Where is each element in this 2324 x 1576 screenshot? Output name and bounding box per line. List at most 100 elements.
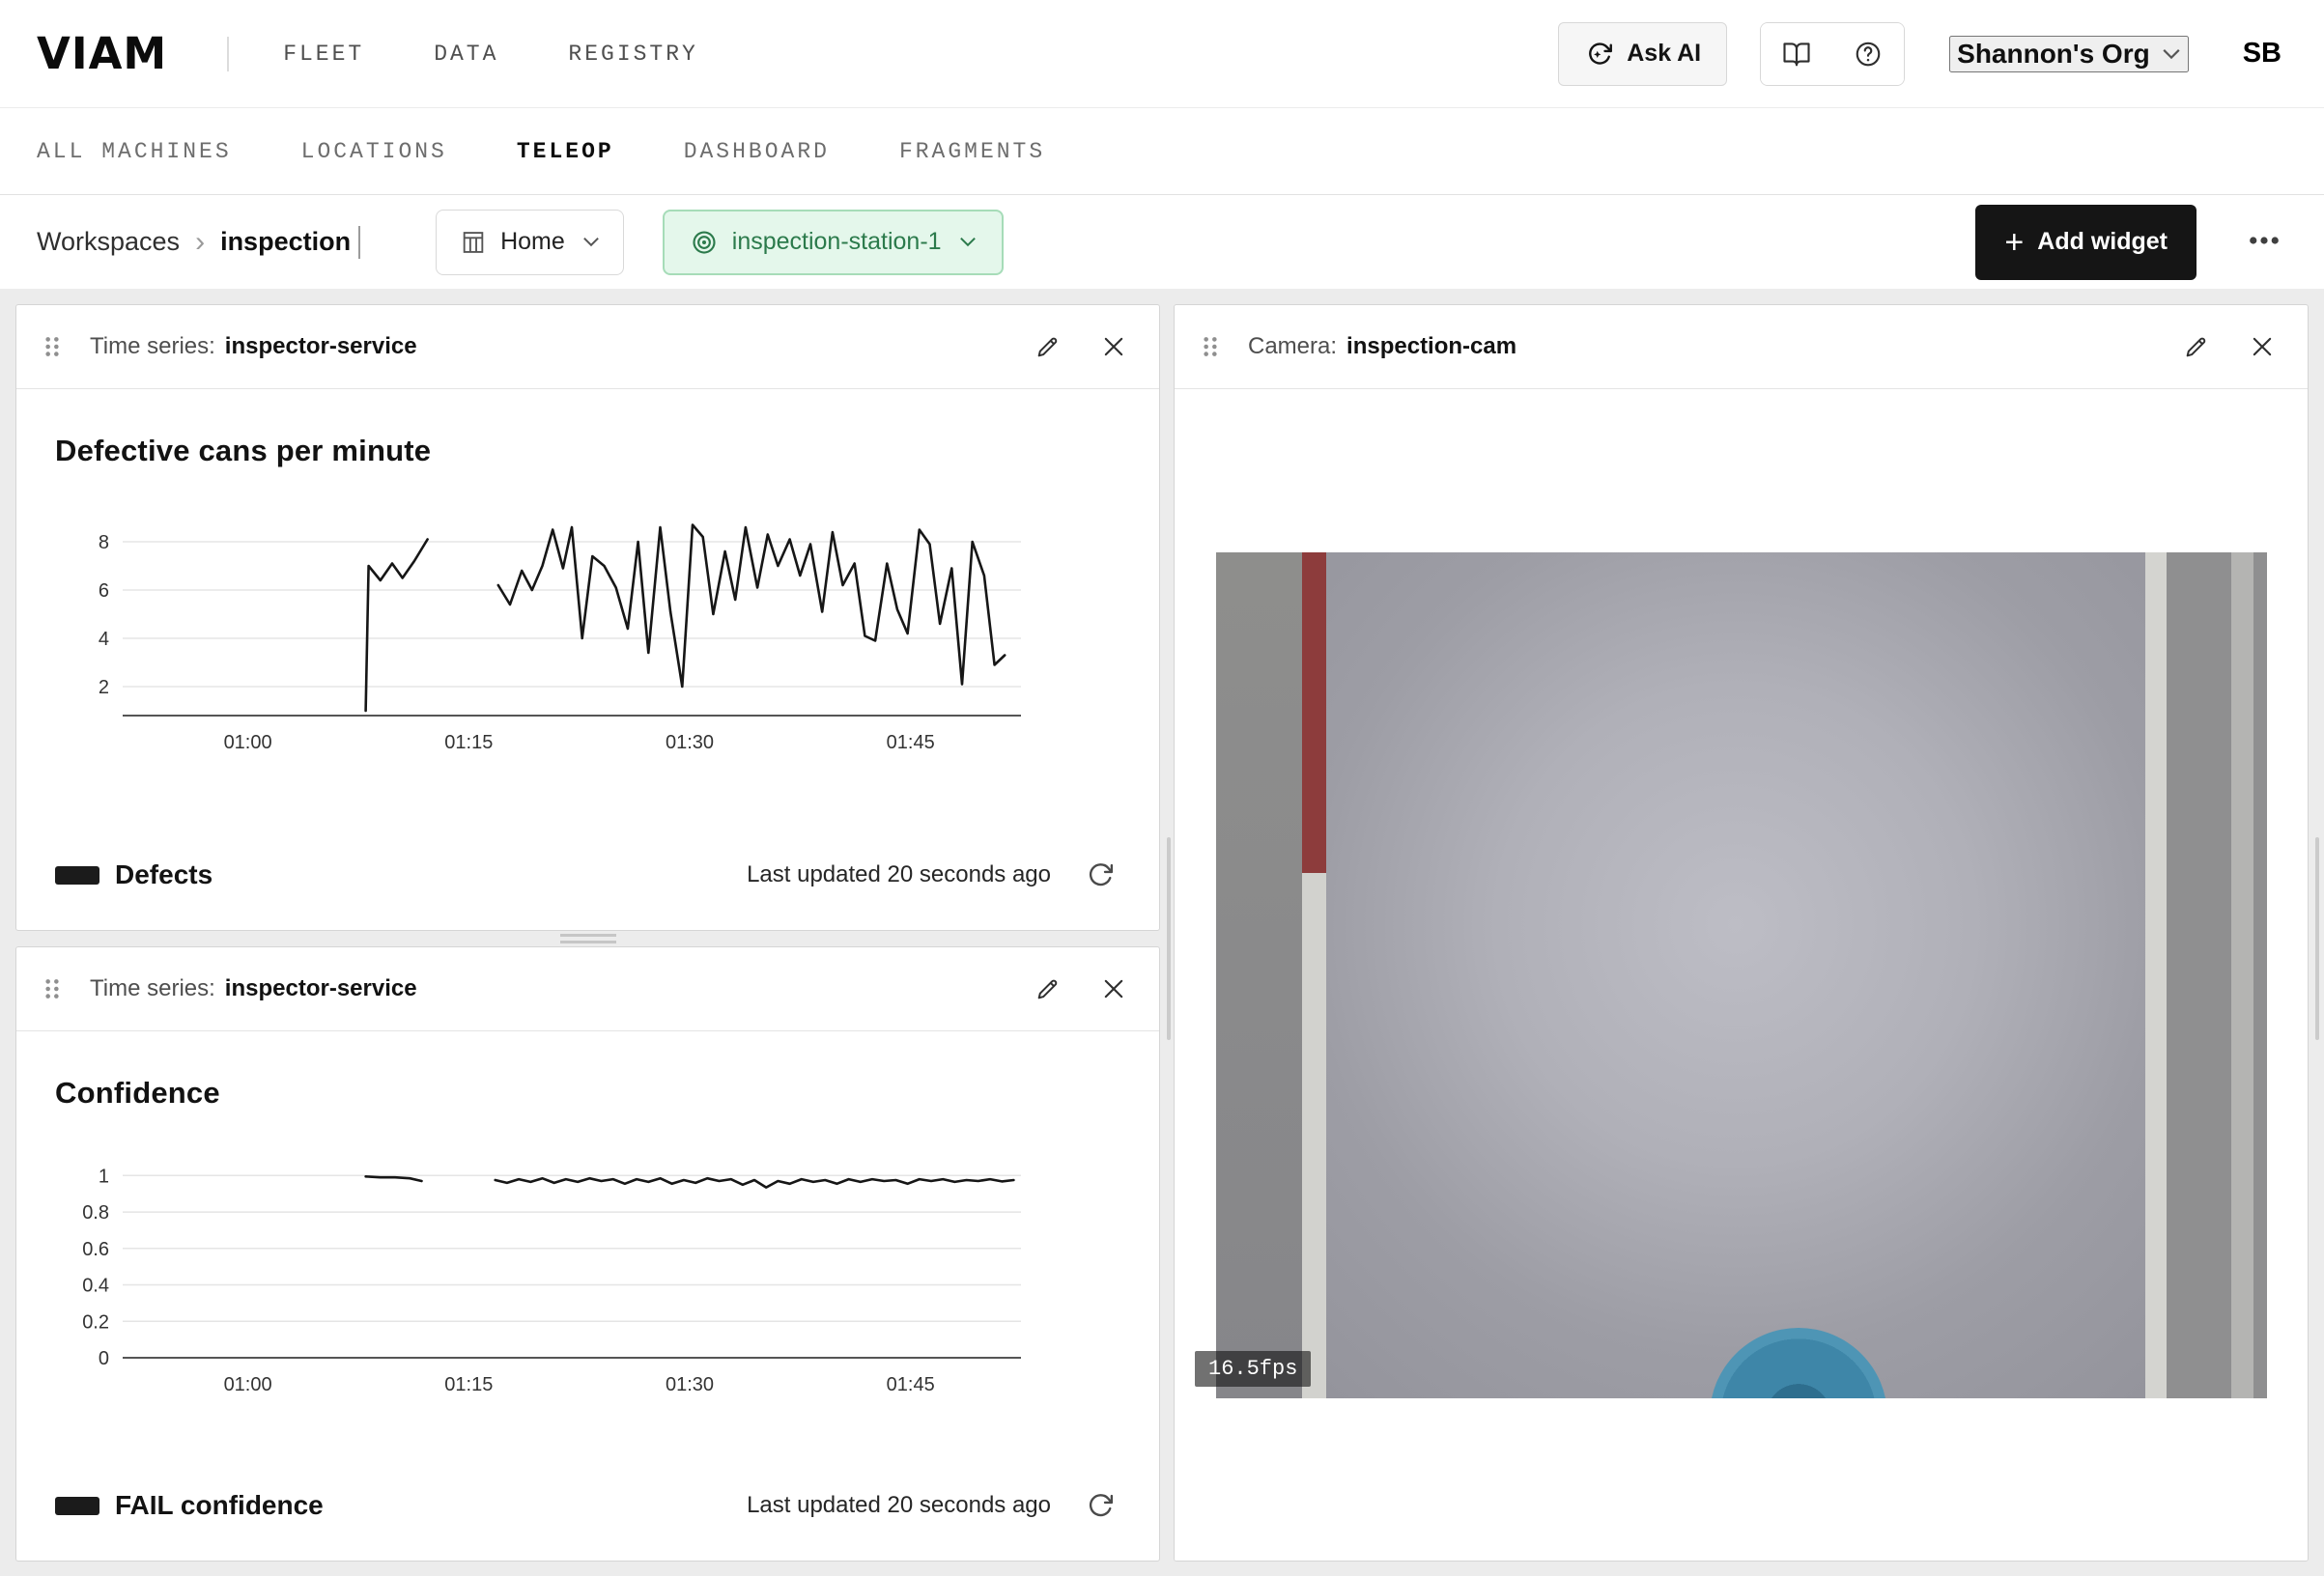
svg-text:01:30: 01:30 <box>666 1374 714 1395</box>
chart-title: Confidence <box>55 1076 1120 1111</box>
widget-body: Confidence 00.20.40.60.8101:0001:1501:30… <box>16 1031 1159 1561</box>
fleet-tabs: ALL MACHINES LOCATIONS TELEOP DASHBOARD … <box>0 108 2324 195</box>
add-widget-button[interactable]: + Add widget <box>1975 205 2196 280</box>
chart-title: Defective cans per minute <box>55 434 1120 468</box>
machine-selector-pill[interactable]: inspection-station-1 <box>663 210 1004 275</box>
svg-text:0.2: 0.2 <box>82 1311 109 1333</box>
help-icon-group <box>1760 22 1905 86</box>
edit-widget-button[interactable] <box>1028 969 1068 1009</box>
conveyor-right-stripe <box>2145 552 2167 1398</box>
widget-title: Time series:inspector-service <box>90 333 417 360</box>
legend-swatch <box>55 866 99 885</box>
conveyor-belt <box>1326 552 2145 1398</box>
svg-text:0.6: 0.6 <box>82 1239 109 1260</box>
location-home-dropdown[interactable]: Home <box>436 210 624 275</box>
widget-body: Defective cans per minute 2 4 6 8 01:00 01:15… <box>16 389 1159 930</box>
svg-text:01:45: 01:45 <box>887 732 935 753</box>
svg-text:4: 4 <box>99 629 109 650</box>
tab-fragments[interactable]: FRAGMENTS <box>899 139 1045 164</box>
close-widget-button[interactable] <box>1093 326 1134 367</box>
chevron-down-icon <box>2162 48 2181 60</box>
svg-text:0.8: 0.8 <box>82 1202 109 1224</box>
svg-text:0: 0 <box>99 1348 109 1369</box>
top-right-cluster: Ask AI Shannon's Org SB <box>1558 22 2287 86</box>
nav-data[interactable]: DATA <box>434 42 498 67</box>
org-switcher[interactable]: Shannon's Org <box>1949 36 2189 72</box>
right-rail-band <box>2231 552 2253 1398</box>
tab-dashboard[interactable]: DASHBOARD <box>684 139 830 164</box>
tab-locations[interactable]: LOCATIONS <box>301 139 447 164</box>
close-widget-button[interactable] <box>2242 326 2282 367</box>
column-resize-handle[interactable] <box>1167 837 1171 1040</box>
drag-handle-icon[interactable] <box>42 976 63 1001</box>
conveyor-right-rail <box>2167 552 2267 1398</box>
main-nav: FLEET DATA REGISTRY <box>283 42 698 67</box>
tab-teleop[interactable]: TELEOP <box>517 139 614 164</box>
svg-text:01:00: 01:00 <box>224 1374 272 1395</box>
svg-text:01:45: 01:45 <box>887 1374 935 1395</box>
breadcrumb-workspaces[interactable]: Workspaces <box>37 227 180 257</box>
edit-widget-button[interactable] <box>2176 326 2217 367</box>
right-column: Camera:inspection-cam <box>1174 304 2309 1576</box>
widget-timeseries-confidence: Time series:inspector-service Confiden <box>15 946 1160 1562</box>
workspace-canvas: Time series:inspector-service Defectiv <box>0 289 2324 1576</box>
svg-text:1: 1 <box>99 1166 109 1187</box>
user-avatar[interactable]: SB <box>2237 37 2287 70</box>
left-column: Time series:inspector-service Defectiv <box>15 304 1160 1576</box>
camera-body: 16.5fps <box>1175 389 2308 1561</box>
column-resize-handle[interactable] <box>2315 837 2319 1040</box>
widget-title: Time series:inspector-service <box>90 975 417 1002</box>
drag-handle-icon[interactable] <box>42 334 63 359</box>
svg-text:6: 6 <box>99 580 109 602</box>
chart-svg: 2 4 6 8 01:00 01:15 01:30 01:45 <box>55 507 1031 760</box>
ask-ai-icon <box>1584 40 1613 69</box>
confidence-line-chart: 00.20.40.60.8101:0001:1501:3001:45 <box>55 1149 1120 1407</box>
workspace-toolbar: Workspaces › inspection Home inspection-… <box>0 195 2324 289</box>
refresh-button[interactable] <box>1080 1485 1120 1526</box>
svg-text:01:15: 01:15 <box>444 1374 493 1395</box>
ask-ai-button[interactable]: Ask AI <box>1558 22 1727 86</box>
edit-widget-button[interactable] <box>1028 326 1068 367</box>
docs-book-icon[interactable] <box>1761 23 1832 85</box>
logo-divider <box>227 37 229 71</box>
nav-fleet[interactable]: FLEET <box>283 42 364 67</box>
legend-label: FAIL confidence <box>115 1490 324 1521</box>
tab-all-machines[interactable]: ALL MACHINES <box>37 139 232 164</box>
widget-header: Time series:inspector-service <box>16 305 1159 389</box>
rename-cursor <box>358 226 360 259</box>
machine-target-icon <box>690 228 719 257</box>
conveyor-left-rail <box>1216 552 1302 1398</box>
resize-grip-icon <box>560 934 616 943</box>
conveyor-left-stripe <box>1302 552 1326 1398</box>
drag-handle-icon[interactable] <box>1200 334 1221 359</box>
overflow-menu-button[interactable] <box>2241 222 2287 262</box>
fps-badge: 16.5fps <box>1195 1351 1311 1387</box>
svg-text:2: 2 <box>99 677 109 698</box>
svg-text:01:30: 01:30 <box>666 732 714 753</box>
defects-line-chart: 2 4 6 8 01:00 01:15 01:30 01:45 <box>55 507 1120 765</box>
last-updated-text: Last updated 20 seconds ago <box>747 861 1051 888</box>
plus-icon: + <box>2004 226 2024 259</box>
svg-text:01:00: 01:00 <box>224 732 272 753</box>
refresh-button[interactable] <box>1080 855 1120 895</box>
red-marker-bar <box>1302 552 1326 874</box>
legend-row: Defects Last updated 20 seconds ago <box>55 855 1120 895</box>
breadcrumb-separator: › <box>195 226 205 259</box>
close-widget-button[interactable] <box>1093 969 1134 1009</box>
widget-timeseries-defects: Time series:inspector-service Defectiv <box>15 304 1160 931</box>
nav-registry[interactable]: REGISTRY <box>568 42 697 67</box>
widget-title: Camera:inspection-cam <box>1248 333 1516 360</box>
top-bar: VIAM FLEET DATA REGISTRY Ask AI <box>0 0 2324 108</box>
widget-header: Camera:inspection-cam <box>1175 305 2308 389</box>
breadcrumb-workspace-name[interactable]: inspection <box>220 227 351 257</box>
legend-label: Defects <box>115 859 213 890</box>
legend-row: FAIL confidence Last updated 20 seconds … <box>55 1485 1120 1526</box>
widget-header: Time series:inspector-service <box>16 947 1159 1031</box>
chevron-down-icon <box>959 237 977 247</box>
viam-logo[interactable]: VIAM <box>37 28 167 79</box>
svg-text:01:15: 01:15 <box>444 732 493 753</box>
help-question-icon[interactable] <box>1832 23 1904 85</box>
svg-text:8: 8 <box>99 532 109 553</box>
row-resize-handle[interactable] <box>15 931 1160 946</box>
last-updated-text: Last updated 20 seconds ago <box>747 1492 1051 1519</box>
